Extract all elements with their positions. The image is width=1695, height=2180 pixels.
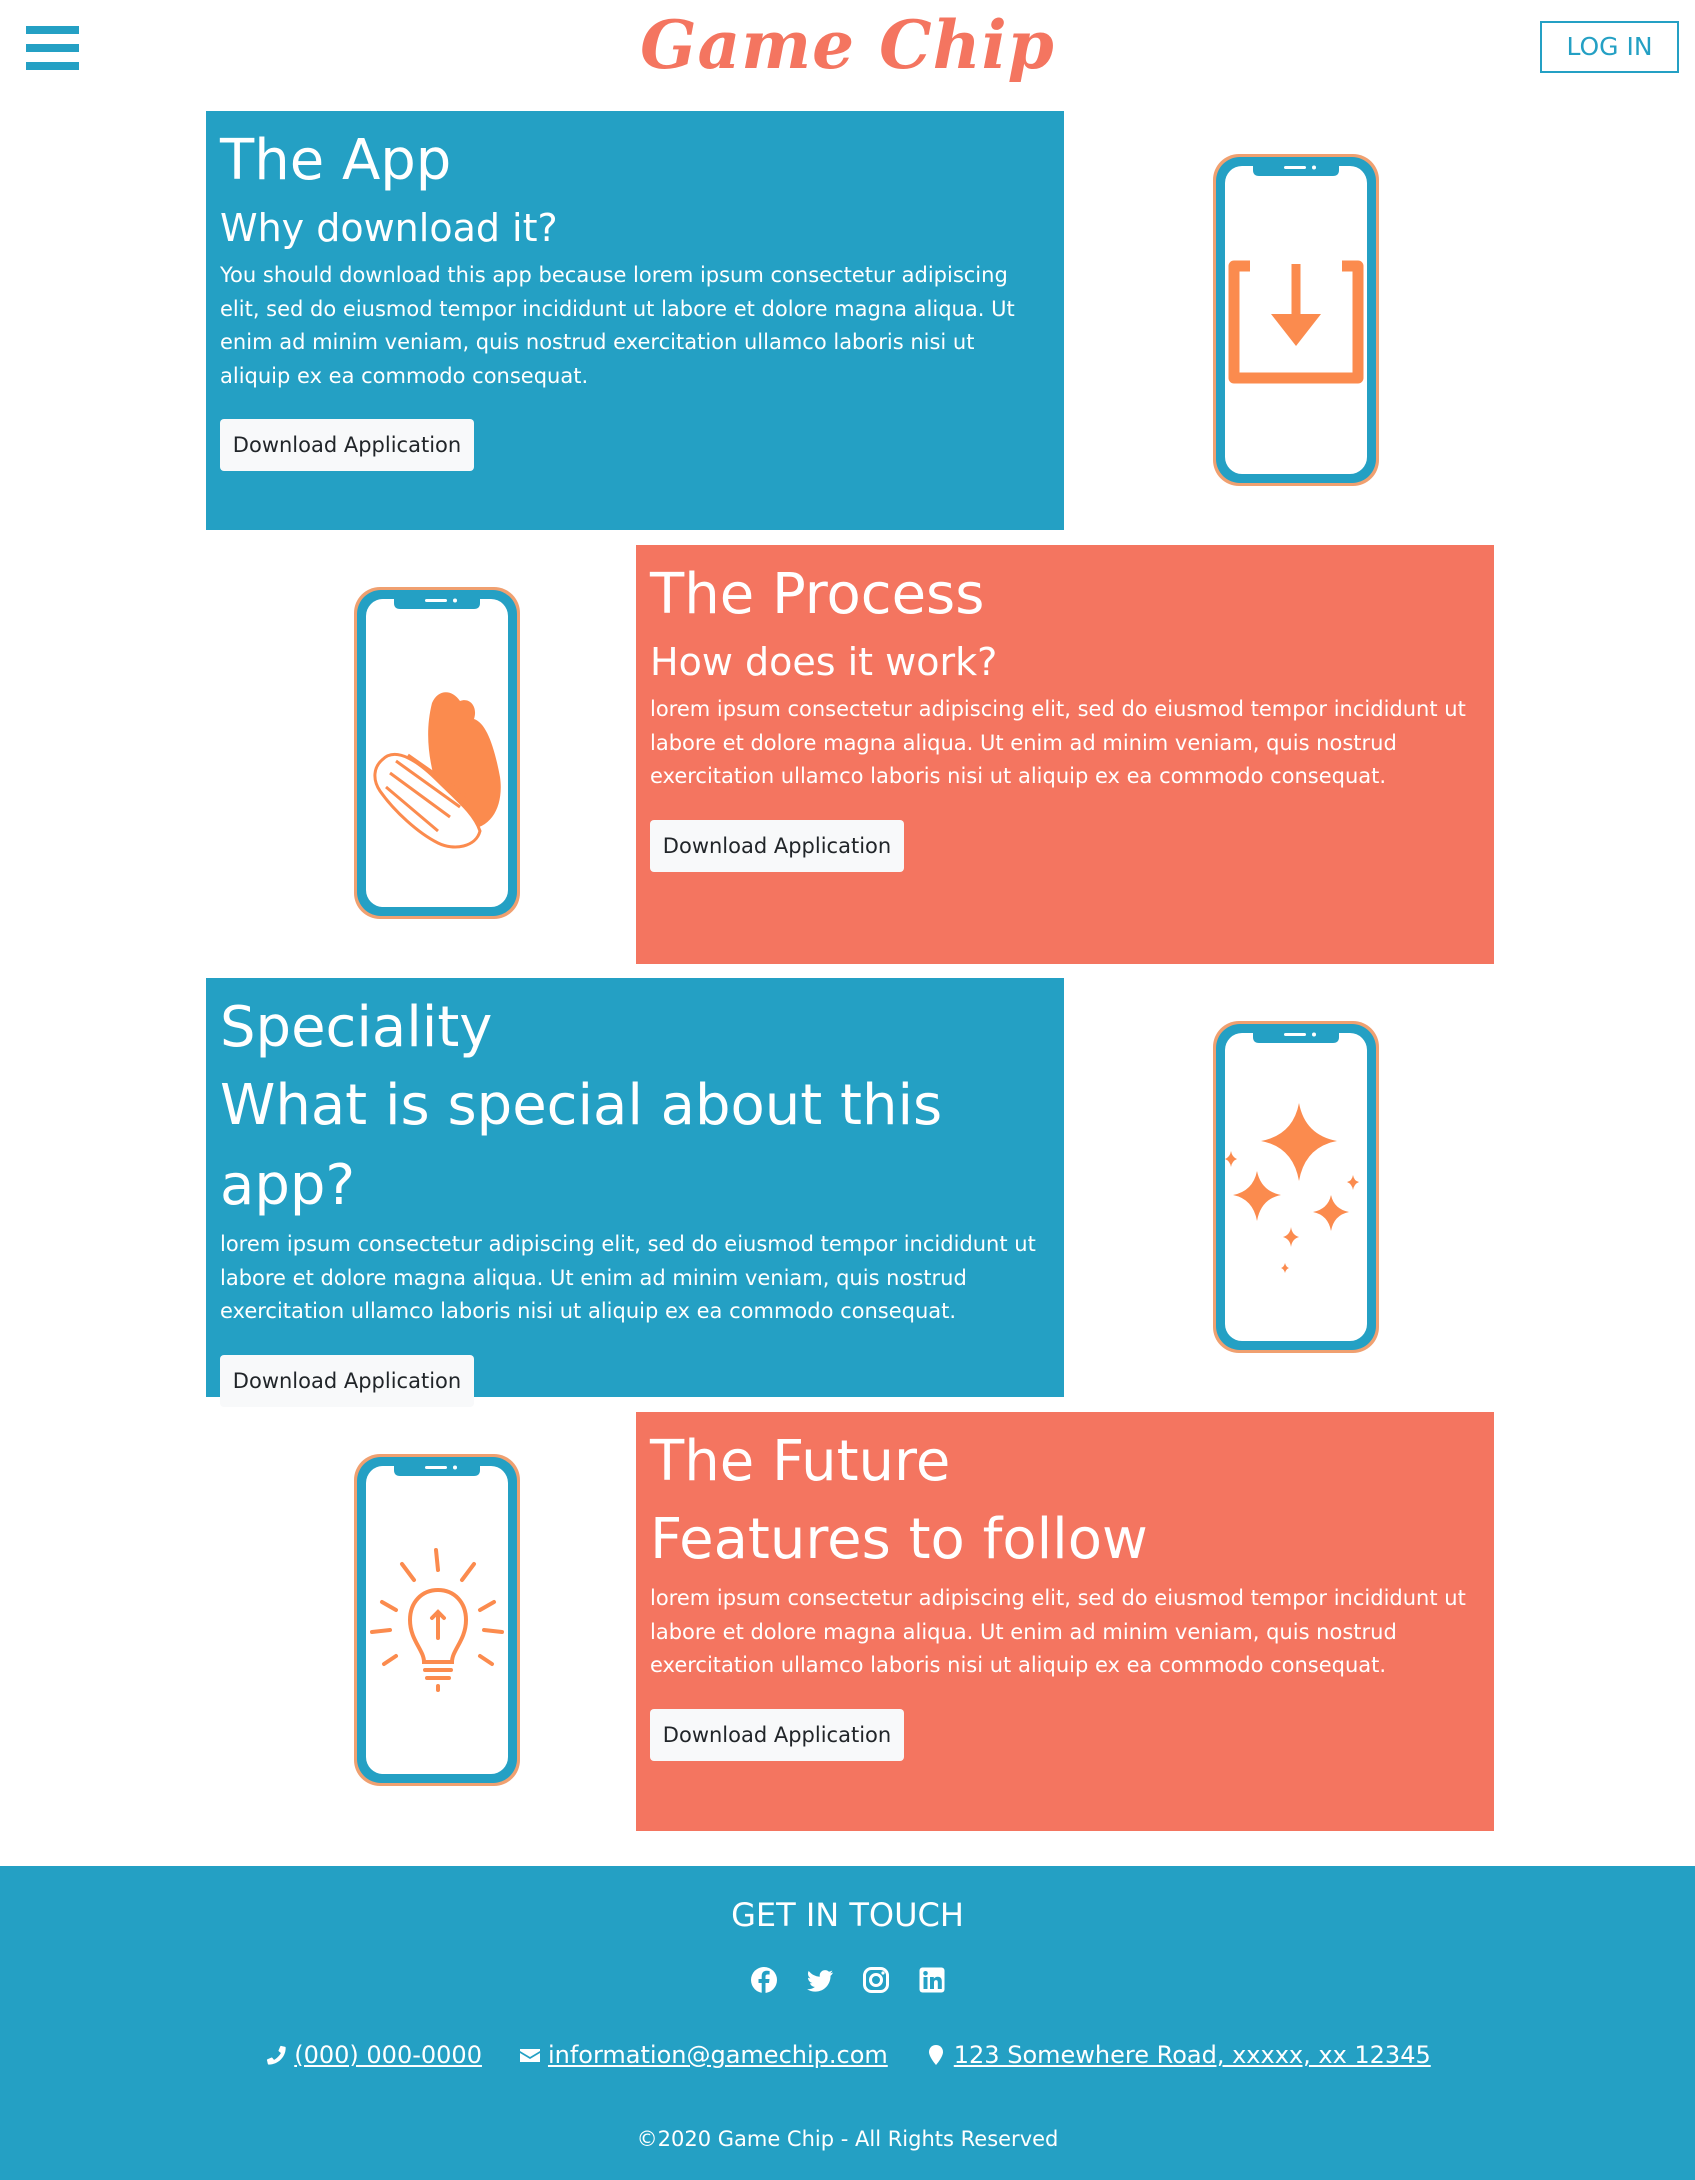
contact-info: (000) 000-0000 information@gamechip.com … bbox=[0, 2038, 1695, 2072]
download-application-button[interactable]: Download Application bbox=[650, 819, 904, 872]
section-title: The Future bbox=[650, 1429, 951, 1494]
envelope-icon bbox=[519, 2049, 540, 2062]
phone-download-illustration bbox=[1213, 154, 1379, 486]
address-text: 123 Somewhere Road, xxxxx, xx 12345 bbox=[953, 2041, 1431, 2069]
footer: GET IN TOUCH (000) 000-0000 information@… bbox=[0, 1866, 1695, 2180]
section-body: lorem ipsum consectetur adipiscing elit,… bbox=[220, 1232, 1036, 1323]
section-subtitle: How does it work? bbox=[650, 640, 998, 684]
download-application-button[interactable]: Download Application bbox=[220, 419, 474, 471]
section-subtitle: What is special about this app? bbox=[220, 1073, 943, 1218]
section-the-process: The Process How does it work? lorem ipsu… bbox=[636, 545, 1494, 964]
section-title: The App bbox=[220, 128, 452, 193]
phone-sparkles-illustration bbox=[1213, 1021, 1379, 1353]
section-the-app: The App Why download it? You should down… bbox=[206, 111, 1064, 530]
phone-lightbulb-illustration bbox=[354, 1454, 520, 1786]
site-logo[interactable]: Game Chip bbox=[0, 2, 1695, 88]
email-text: information@gamechip.com bbox=[547, 2041, 888, 2069]
instagram-icon[interactable] bbox=[862, 1966, 890, 1994]
phone-icon bbox=[267, 2045, 286, 2065]
phone-text: (000) 000-0000 bbox=[294, 2041, 482, 2069]
location-pin-icon bbox=[928, 2045, 943, 2065]
section-body: lorem ipsum consectetur adipiscing elit,… bbox=[650, 697, 1466, 788]
section-body: You should download this app because lor… bbox=[220, 263, 1015, 388]
copyright: ©2020 Game Chip - All Rights Reserved bbox=[636, 2127, 1059, 2151]
linkedin-icon[interactable] bbox=[918, 1966, 946, 1994]
section-speciality: Speciality What is special about this ap… bbox=[206, 978, 1064, 1407]
section-title: Speciality bbox=[220, 995, 493, 1060]
phone-link[interactable]: (000) 000-0000 bbox=[264, 2038, 482, 2072]
section-subtitle: Why download it? bbox=[220, 206, 558, 250]
address-link[interactable]: 123 Somewhere Road, xxxxx, xx 12345 bbox=[924, 2038, 1431, 2072]
section-body: lorem ipsum consectetur adipiscing elit,… bbox=[650, 1586, 1466, 1677]
email-link[interactable]: information@gamechip.com bbox=[518, 2038, 888, 2072]
social-links bbox=[0, 1966, 1695, 1994]
phone-hands-illustration bbox=[354, 587, 520, 919]
login-button[interactable]: LOG IN bbox=[1540, 21, 1679, 73]
download-application-button[interactable]: Download Application bbox=[650, 1708, 904, 1761]
section-subtitle: Features to follow bbox=[650, 1507, 1148, 1572]
footer-title: GET IN TOUCH bbox=[731, 1896, 964, 1934]
download-application-button[interactable]: Download Application bbox=[220, 1354, 474, 1407]
facebook-icon[interactable] bbox=[750, 1966, 778, 1994]
section-the-future: The Future Features to follow lorem ipsu… bbox=[636, 1412, 1494, 1831]
section-title: The Process bbox=[650, 562, 985, 627]
twitter-icon[interactable] bbox=[806, 1966, 834, 1994]
